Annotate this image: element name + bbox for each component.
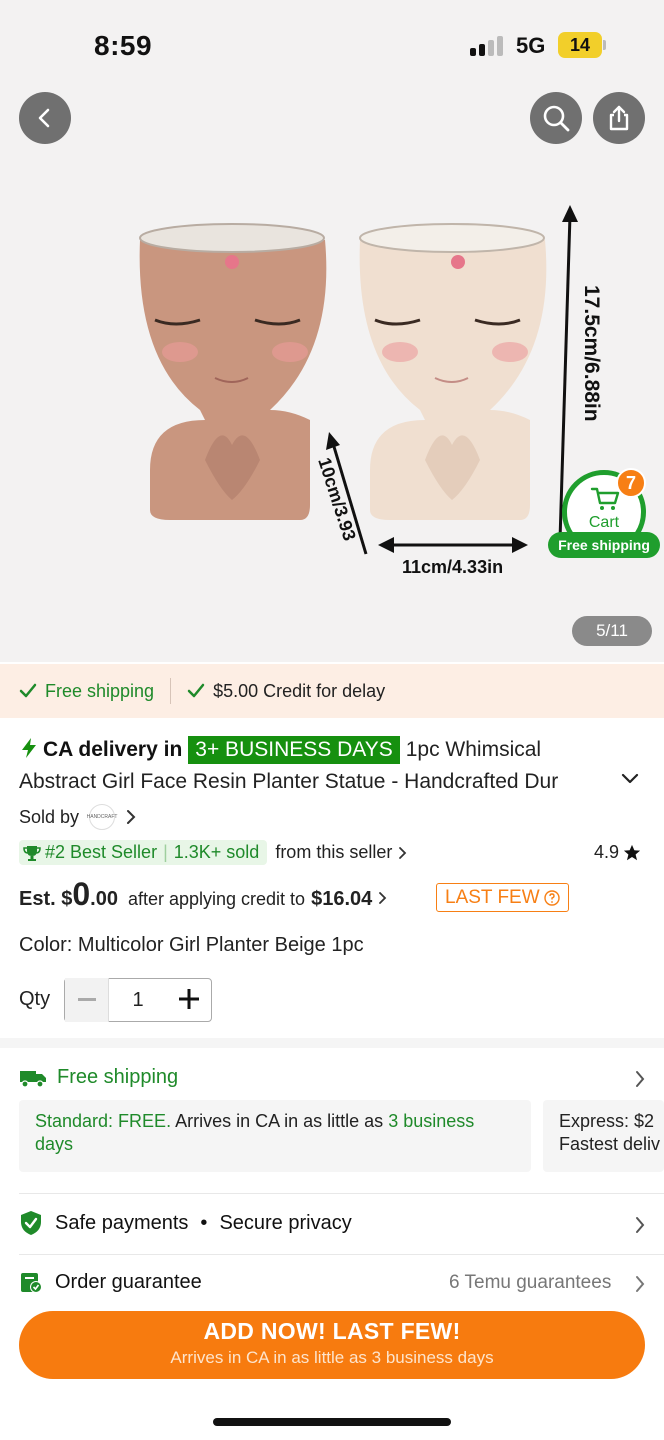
network-type: 5G xyxy=(516,33,546,58)
strip-divider xyxy=(170,678,172,704)
image-counter: 5/11 xyxy=(572,616,652,646)
qty-label: Qty xyxy=(19,988,51,1010)
home-indicator[interactable] xyxy=(213,1418,451,1426)
status-time: 8:59 xyxy=(94,30,153,61)
search-icon xyxy=(543,105,570,132)
rating-value: 4.9 xyxy=(594,842,620,862)
standard-shipping-option[interactable]: Standard: FREE. Arrives in CA in as litt… xyxy=(19,1100,531,1172)
share-icon xyxy=(609,105,629,131)
shipping-section-header[interactable]: Free shipping xyxy=(19,1066,178,1089)
quantity-stepper[interactable]: 1 xyxy=(64,978,212,1022)
cart-count-badge: 7 xyxy=(616,468,646,498)
from-seller-text: from this seller xyxy=(275,842,393,862)
secure-privacy-text: Secure privacy xyxy=(219,1211,352,1234)
battery-icon: 14 xyxy=(558,32,602,58)
check-icon xyxy=(187,683,205,698)
safe-payments-text: Safe payments xyxy=(55,1211,189,1234)
cart-free-shipping-badge: Free shipping xyxy=(548,532,660,558)
status-bar: 8:59 5G 14 xyxy=(0,0,664,90)
floating-cart-button[interactable]: Cart 7 Free shipping xyxy=(548,468,660,560)
sold-by-row[interactable]: Sold by HANDCRAFT xyxy=(19,804,137,830)
decrease-qty-button[interactable] xyxy=(65,978,109,1022)
chevron-right-icon[interactable] xyxy=(634,1070,646,1088)
signal-icon xyxy=(470,36,506,56)
chevron-left-icon xyxy=(38,108,50,128)
width-dimension-label: 11cm/4.33in xyxy=(402,557,503,577)
last-few-text: LAST FEW xyxy=(445,886,540,908)
chevron-down-icon[interactable] xyxy=(620,772,640,786)
back-button[interactable] xyxy=(19,92,71,144)
temu-guarantees-link[interactable]: 6 Temu guarantees xyxy=(449,1272,611,1294)
price-cents: .00 xyxy=(90,888,118,910)
row-divider xyxy=(19,1254,664,1255)
depth-dimension-label: 10cm/3.93 xyxy=(314,455,360,543)
product-title-block[interactable]: CA delivery in 3+ BUSINESS DAYS 1pc Whimsi… xyxy=(19,734,619,798)
after-credit-text: after applying credit to xyxy=(127,889,306,909)
color-selection[interactable]: Color: Multicolor Girl Planter Beige 1pc xyxy=(19,934,364,957)
credit-for-delay-text: $5.00 Credit for delay xyxy=(213,680,386,701)
minus-icon xyxy=(77,998,96,1001)
shipping-section-title: Free shipping xyxy=(57,1066,179,1088)
chevron-right-icon xyxy=(379,892,387,904)
best-seller-divider: | xyxy=(163,842,168,862)
add-to-cart-title: ADD NOW! LAST FEW! xyxy=(203,1318,461,1344)
price-row[interactable]: Est. $ 0 .00 after applying credit to $1… xyxy=(19,876,388,913)
check-icon xyxy=(19,683,37,698)
seller-logo: HANDCRAFT xyxy=(86,804,118,830)
free-shipping-text: Free shipping xyxy=(45,680,155,701)
express-shipping-line1: Express: $2 xyxy=(559,1111,655,1131)
order-guarantee-row[interactable]: Order guarantee xyxy=(19,1270,202,1294)
standard-shipping-text: Arrives in CA in as little as xyxy=(175,1111,384,1131)
battery-tip xyxy=(603,40,606,50)
shield-check-icon xyxy=(21,1211,41,1235)
last-few-badge[interactable]: LAST FEW xyxy=(436,883,569,912)
shipping-benefits-strip[interactable]: Free shipping $5.00 Credit for delay xyxy=(0,664,664,718)
delivery-days-badge: 3+ BUSINESS DAYS xyxy=(188,736,400,764)
search-button[interactable] xyxy=(530,92,582,144)
safe-payments-row[interactable]: Safe payments • Secure privacy xyxy=(19,1210,352,1236)
est-price-label: Est. $ xyxy=(19,888,73,910)
plus-icon xyxy=(179,989,199,1009)
qty-value: 1 xyxy=(132,988,144,1011)
increase-qty-button[interactable] xyxy=(167,984,211,1016)
price-whole: 0 xyxy=(72,876,91,912)
share-button[interactable] xyxy=(593,92,645,144)
planter-beige xyxy=(359,223,547,520)
sold-count: 1.3K+ sold xyxy=(173,842,260,862)
best-seller-rank: #2 Best Seller xyxy=(45,842,158,862)
product-image-gallery[interactable]: 17.5cm/6.88in 10cm/3.93 11cm/4.33in 5/11 xyxy=(0,0,664,662)
express-shipping-line2: Fastest deliv xyxy=(559,1134,661,1154)
height-dimension-label: 17.5cm/6.88in xyxy=(580,285,603,422)
planter-tan xyxy=(139,223,327,520)
section-divider xyxy=(0,1038,664,1048)
truck-icon xyxy=(20,1070,46,1088)
express-shipping-option[interactable]: Express: $2 Fastest deliv xyxy=(543,1100,664,1172)
row-divider xyxy=(19,1193,664,1194)
order-guarantee-text: Order guarantee xyxy=(55,1270,202,1293)
chevron-right-icon xyxy=(399,846,407,859)
cart-label: Cart xyxy=(588,514,620,531)
bullet-separator: • xyxy=(200,1211,208,1234)
chevron-right-icon[interactable] xyxy=(634,1275,646,1293)
star-icon xyxy=(623,844,641,860)
standard-shipping-label: Standard: FREE. xyxy=(35,1111,172,1131)
chevron-right-icon[interactable] xyxy=(634,1216,646,1234)
best-seller-badge: #2 Best Seller | 1.3K+ sold xyxy=(19,840,268,865)
chevron-right-icon xyxy=(127,810,136,824)
add-to-cart-button[interactable]: ADD NOW! LAST FEW! Arrives in CA in as l… xyxy=(19,1311,645,1379)
rating[interactable]: 4.9 xyxy=(594,842,641,863)
credit-for-delay-benefit: $5.00 Credit for delay xyxy=(187,681,385,702)
guarantee-icon xyxy=(21,1273,42,1293)
free-shipping-benefit: Free shipping xyxy=(19,681,154,702)
lightning-icon xyxy=(22,738,36,758)
trophy-icon xyxy=(23,845,41,861)
cart-icon xyxy=(590,487,620,510)
seller-logo-text: HANDCRAFT xyxy=(86,814,118,820)
credit-amount: $16.04 xyxy=(311,888,373,910)
best-seller-row[interactable]: #2 Best Seller | 1.3K+ sold from this se… xyxy=(19,840,408,865)
question-icon xyxy=(543,889,560,906)
add-to-cart-subtitle: Arrives in CA in as little as 3 business… xyxy=(170,1348,494,1367)
delivery-prefix: CA delivery in xyxy=(43,738,183,761)
sold-by-label: Sold by xyxy=(19,806,80,827)
